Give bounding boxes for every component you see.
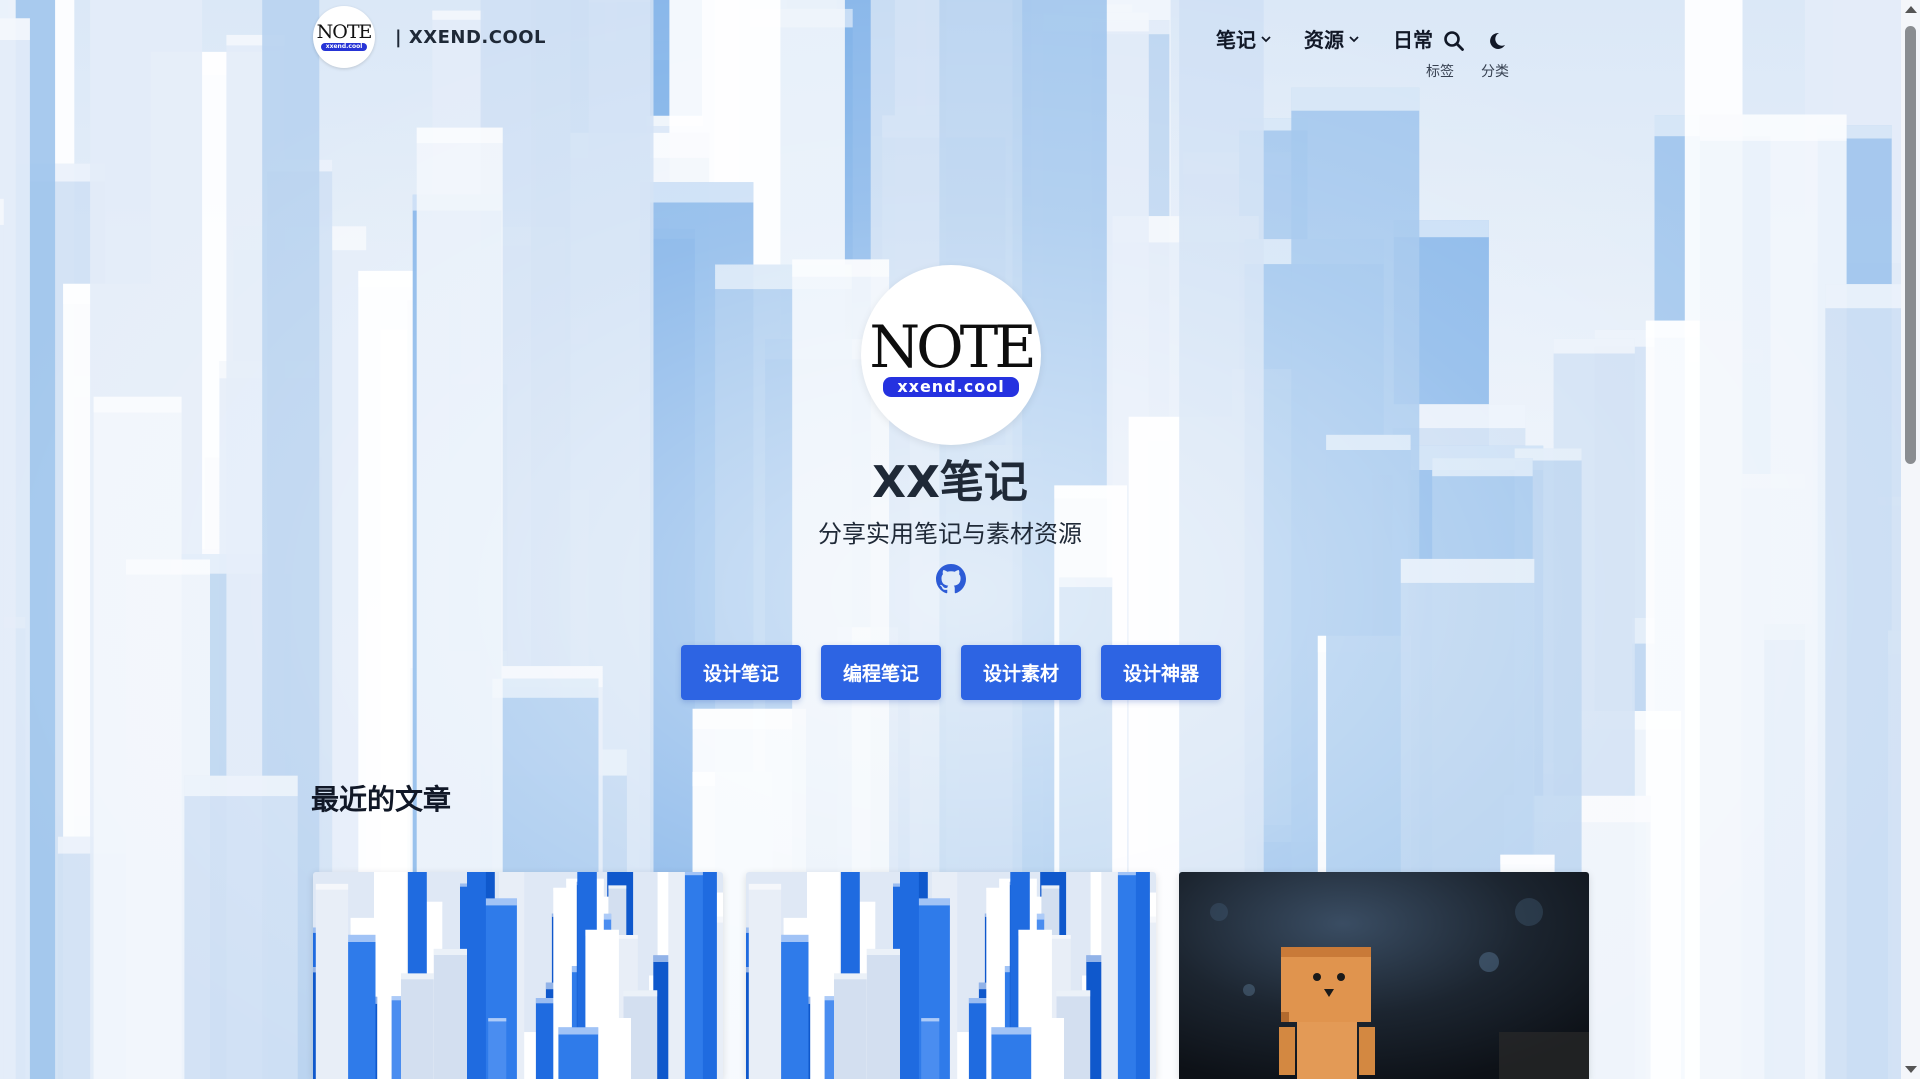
moon-icon[interactable] (1486, 30, 1508, 52)
nav-daily[interactable]: 日常 (1393, 24, 1433, 53)
article-card-list (313, 872, 1591, 1079)
hero-logo-text: NOTE (869, 313, 1036, 381)
logo-text: NOTE (316, 21, 373, 43)
scrollbar[interactable] (1901, 0, 1920, 1079)
design-notes-button[interactable]: 设计笔记 (681, 645, 801, 700)
hero-title: XX笔记 (872, 457, 1028, 508)
nav-daily-label: 日常 (1393, 28, 1433, 52)
article-thumbnail[interactable] (313, 872, 723, 1079)
scroll-up-arrow[interactable] (1905, 6, 1917, 13)
nav-notes-label: 笔记 (1216, 28, 1256, 52)
article-thumbnail[interactable] (746, 872, 1156, 1079)
design-tools-button[interactable]: 设计神器 (1101, 645, 1221, 700)
site-header: NOTE xxend.cool | XXEND.COOL 笔记 资源 日常 标签… (313, 6, 1591, 80)
site-logo[interactable]: NOTE xxend.cool (313, 6, 375, 68)
search-icon[interactable] (1443, 30, 1465, 52)
site-name[interactable]: | XXEND.COOL (395, 27, 546, 48)
chevron-down-icon (1261, 35, 1271, 42)
hero-logo-badge: xxend.cool (883, 377, 1019, 397)
main-nav: 笔记 资源 日常 标签 分类 (1191, 6, 1591, 80)
nav-resources[interactable]: 资源 (1304, 24, 1360, 53)
chevron-down-icon (1349, 35, 1359, 42)
article-card[interactable] (1179, 872, 1589, 1079)
hero-button-group: 设计笔记 编程笔记 设计素材 设计神器 (681, 645, 1221, 700)
design-assets-button[interactable]: 设计素材 (961, 645, 1081, 700)
nav-tags[interactable]: 标签 (1426, 61, 1454, 81)
nav-notes[interactable]: 笔记 (1216, 24, 1272, 53)
scroll-thumb[interactable] (1905, 26, 1916, 464)
nav-resources-label: 资源 (1304, 28, 1344, 52)
article-card[interactable] (313, 872, 723, 1079)
hero-subtitle: 分享实用笔记与素材资源 (818, 520, 1082, 548)
nav-categories[interactable]: 分类 (1481, 61, 1509, 81)
coding-notes-button[interactable]: 编程笔记 (821, 645, 941, 700)
hero-logo: NOTE xxend.cool (861, 265, 1041, 445)
brand[interactable]: NOTE xxend.cool | XXEND.COOL (313, 6, 546, 68)
article-thumbnail[interactable] (1179, 872, 1589, 1079)
article-card[interactable] (746, 872, 1156, 1079)
recent-articles-title: 最近的文章 (311, 783, 452, 816)
github-icon[interactable] (936, 564, 966, 594)
scroll-down-arrow[interactable] (1905, 1066, 1917, 1073)
logo-badge: xxend.cool (320, 43, 368, 51)
